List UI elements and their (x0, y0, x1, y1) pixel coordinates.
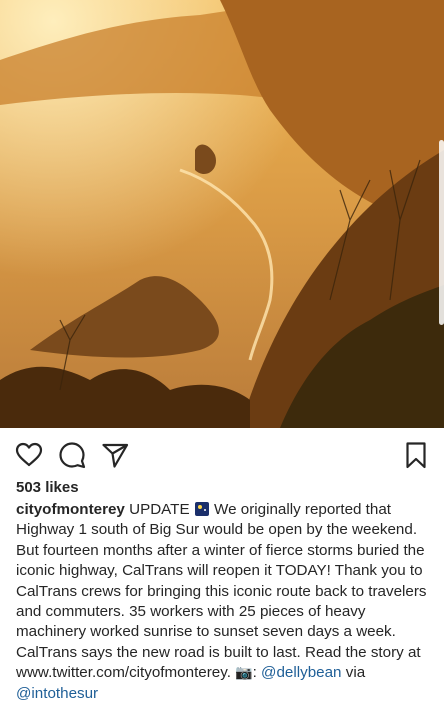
mention-intothesur[interactable]: @intothesur (16, 685, 98, 702)
post-caption: cityofmonterey UPDATE We originally repo… (16, 500, 428, 704)
bookmark-icon[interactable] (401, 440, 431, 470)
camera-emoji-icon: 📷 (235, 664, 253, 681)
caption-text-4: via (341, 664, 366, 682)
paper-plane-icon[interactable] (100, 440, 130, 470)
night-sky-emoji-icon (194, 502, 209, 516)
post-photo[interactable] (0, 0, 444, 428)
caption-text-1: UPDATE (124, 501, 194, 518)
scrollbar-thumb[interactable] (439, 140, 444, 325)
caption-text-2: We originally reported that Highway 1 so… (16, 501, 427, 682)
mention-dellybean[interactable]: @dellybean (261, 664, 341, 681)
post-action-bar (0, 440, 444, 470)
heart-icon[interactable] (14, 440, 44, 470)
caption-username[interactable]: cityofmonterey (16, 501, 125, 518)
caption-text-3: : (252, 664, 262, 682)
likes-count[interactable]: 503 likes (16, 479, 79, 496)
comment-icon[interactable] (57, 440, 87, 470)
